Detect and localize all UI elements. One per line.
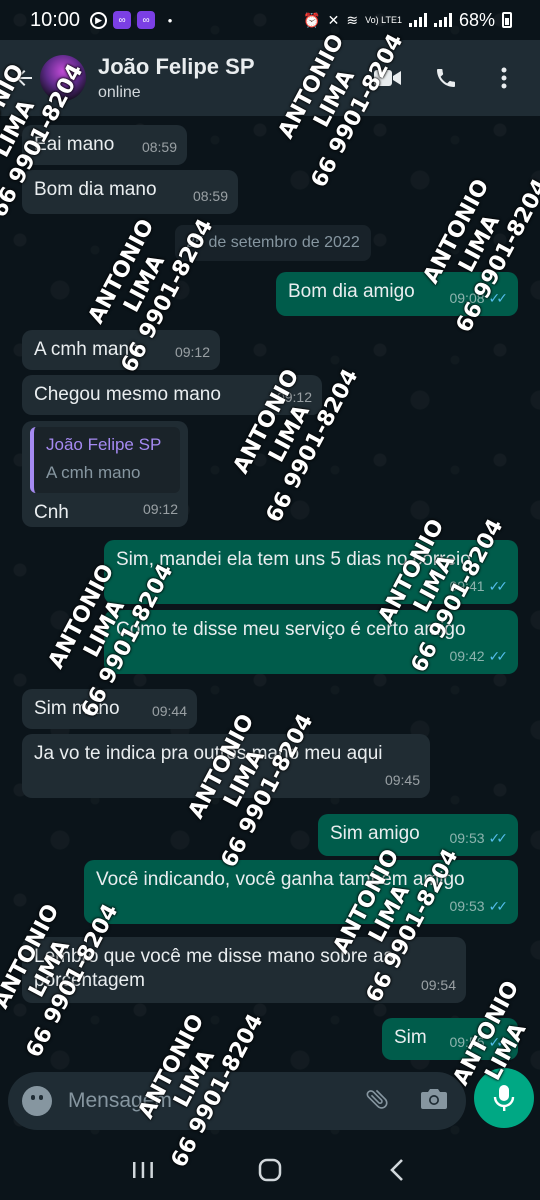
message-text: Sim — [394, 1027, 427, 1048]
video-call-icon[interactable] — [374, 64, 402, 92]
message-text: Lembro que você me disse mano sobre as p… — [34, 946, 394, 991]
message-time: 09:44 — [151, 703, 187, 719]
message-incoming[interactable]: Lembro que você me disse mano sobre as p… — [22, 937, 466, 1003]
message-time: 09:54 — [420, 977, 456, 993]
message-time: 09:41 — [449, 578, 485, 594]
message-incoming[interactable]: Eai mano 08:59 — [22, 125, 187, 165]
message-incoming[interactable]: Bom dia mano 08:59 — [22, 170, 238, 214]
play-icon: ▶ — [90, 11, 108, 29]
emoji-icon[interactable] — [22, 1086, 52, 1116]
message-input[interactable] — [68, 1089, 364, 1113]
mute-icon: ✕ — [327, 11, 340, 28]
message-text: Ja vo te indica pra outros mano meu aqui — [34, 743, 383, 764]
message-text: Sim mano — [34, 698, 120, 719]
message-time: 09:53 — [449, 830, 485, 846]
message-text: A cmh mano — [34, 339, 140, 360]
quote-author: João Felipe SP — [46, 435, 162, 454]
message-text: Sim amigo — [330, 823, 420, 844]
message-text: Bom dia amigo — [288, 281, 415, 302]
message-text: Sim, mandei ela tem uns 5 dias no correi… — [116, 549, 471, 570]
system-nav-bar — [0, 1140, 540, 1200]
message-time: 08:59 — [141, 139, 177, 155]
camera-icon[interactable] — [420, 1087, 448, 1116]
message-text: Você indicando, você ganha também amigo — [96, 869, 465, 890]
message-incoming[interactable]: A cmh mano 09:12 — [22, 330, 220, 370]
app-notification-icon-2: ∞ — [137, 11, 156, 29]
message-time: 09:56 — [449, 1034, 485, 1050]
message-composer — [8, 1072, 466, 1130]
message-time: 08:59 — [192, 188, 228, 204]
message-incoming[interactable]: Sim mano 09:44 — [22, 689, 197, 729]
recent-apps-icon[interactable] — [121, 1148, 165, 1192]
read-receipt-icon: ✓✓ — [488, 578, 509, 594]
message-outgoing[interactable]: Você indicando, você ganha também amigo … — [84, 860, 518, 924]
app-notification-icon: ∞ — [113, 11, 132, 29]
message-text: Bom dia mano — [34, 179, 157, 200]
signal-icon-2 — [433, 13, 452, 27]
network-label: Vo) LTE1 — [365, 15, 402, 25]
avatar[interactable] — [40, 55, 86, 101]
battery-icon — [502, 12, 512, 28]
message-outgoing[interactable]: Sim 09:56 ✓✓ — [382, 1018, 518, 1060]
status-time: 10:00 — [30, 8, 81, 31]
message-time: 09:08 — [449, 290, 485, 306]
message-text: Chegou mesmo mano — [34, 384, 221, 405]
quote-text: A cmh mano — [46, 463, 141, 482]
read-receipt-icon: ✓✓ — [488, 898, 509, 914]
back-nav-icon[interactable] — [375, 1148, 419, 1192]
mic-button[interactable] — [474, 1068, 534, 1128]
read-receipt-icon: ✓✓ — [488, 290, 509, 306]
message-time: 09:42 — [449, 648, 485, 664]
read-receipt-icon: ✓✓ — [488, 648, 509, 664]
contact-info[interactable]: João Felipe SP online — [98, 54, 255, 102]
chat-header: João Felipe SP online — [0, 40, 540, 116]
signal-icon — [408, 13, 427, 27]
read-receipt-icon: ✓✓ — [488, 830, 509, 846]
message-incoming-reply[interactable]: João Felipe SP A cmh mano Cnh 09:12 — [22, 421, 188, 527]
status-bar: 10:00 ▶ ∞ ∞ • ⏰ ✕ ≋ Vo) LTE1 68% — [0, 0, 540, 40]
message-text: Como te disse meu serviço é certo amigo — [116, 619, 466, 640]
message-time: 09:45 — [384, 772, 420, 788]
more-options-icon[interactable] — [490, 64, 518, 92]
quoted-message[interactable]: João Felipe SP A cmh mano — [30, 427, 180, 493]
home-icon[interactable] — [248, 1148, 292, 1192]
wifi-icon: ≋ — [346, 11, 359, 28]
message-outgoing[interactable]: Bom dia amigo 09:08 ✓✓ — [276, 272, 518, 316]
message-outgoing[interactable]: Sim amigo 09:53 ✓✓ — [318, 814, 518, 856]
alarm-icon: ⏰ — [303, 11, 321, 28]
message-text: Cnh — [34, 502, 69, 523]
message-time: 09:53 — [449, 898, 485, 914]
message-incoming[interactable]: Chegou mesmo mano 09:12 — [22, 375, 322, 415]
attachment-icon[interactable] — [364, 1086, 390, 1117]
phone-call-icon[interactable] — [432, 64, 460, 92]
message-time: 09:12 — [174, 344, 210, 360]
dot-icon: • — [167, 12, 173, 28]
date-divider: 25 de setembro de 2022 — [175, 225, 371, 261]
message-time: 09:12 — [142, 501, 178, 517]
contact-status: online — [98, 84, 141, 101]
message-text: Eai mano — [34, 134, 115, 155]
battery-percent: 68% — [458, 9, 495, 30]
message-outgoing[interactable]: Sim, mandei ela tem uns 5 dias no correi… — [104, 540, 518, 604]
message-outgoing[interactable]: Como te disse meu serviço é certo amigo … — [104, 610, 518, 674]
message-incoming[interactable]: Ja vo te indica pra outros mano meu aqui… — [22, 734, 430, 798]
contact-name: João Felipe SP — [98, 54, 255, 79]
read-receipt-icon: ✓✓ — [488, 1034, 509, 1050]
mic-icon — [493, 1085, 515, 1111]
message-time: 09:12 — [276, 389, 312, 405]
